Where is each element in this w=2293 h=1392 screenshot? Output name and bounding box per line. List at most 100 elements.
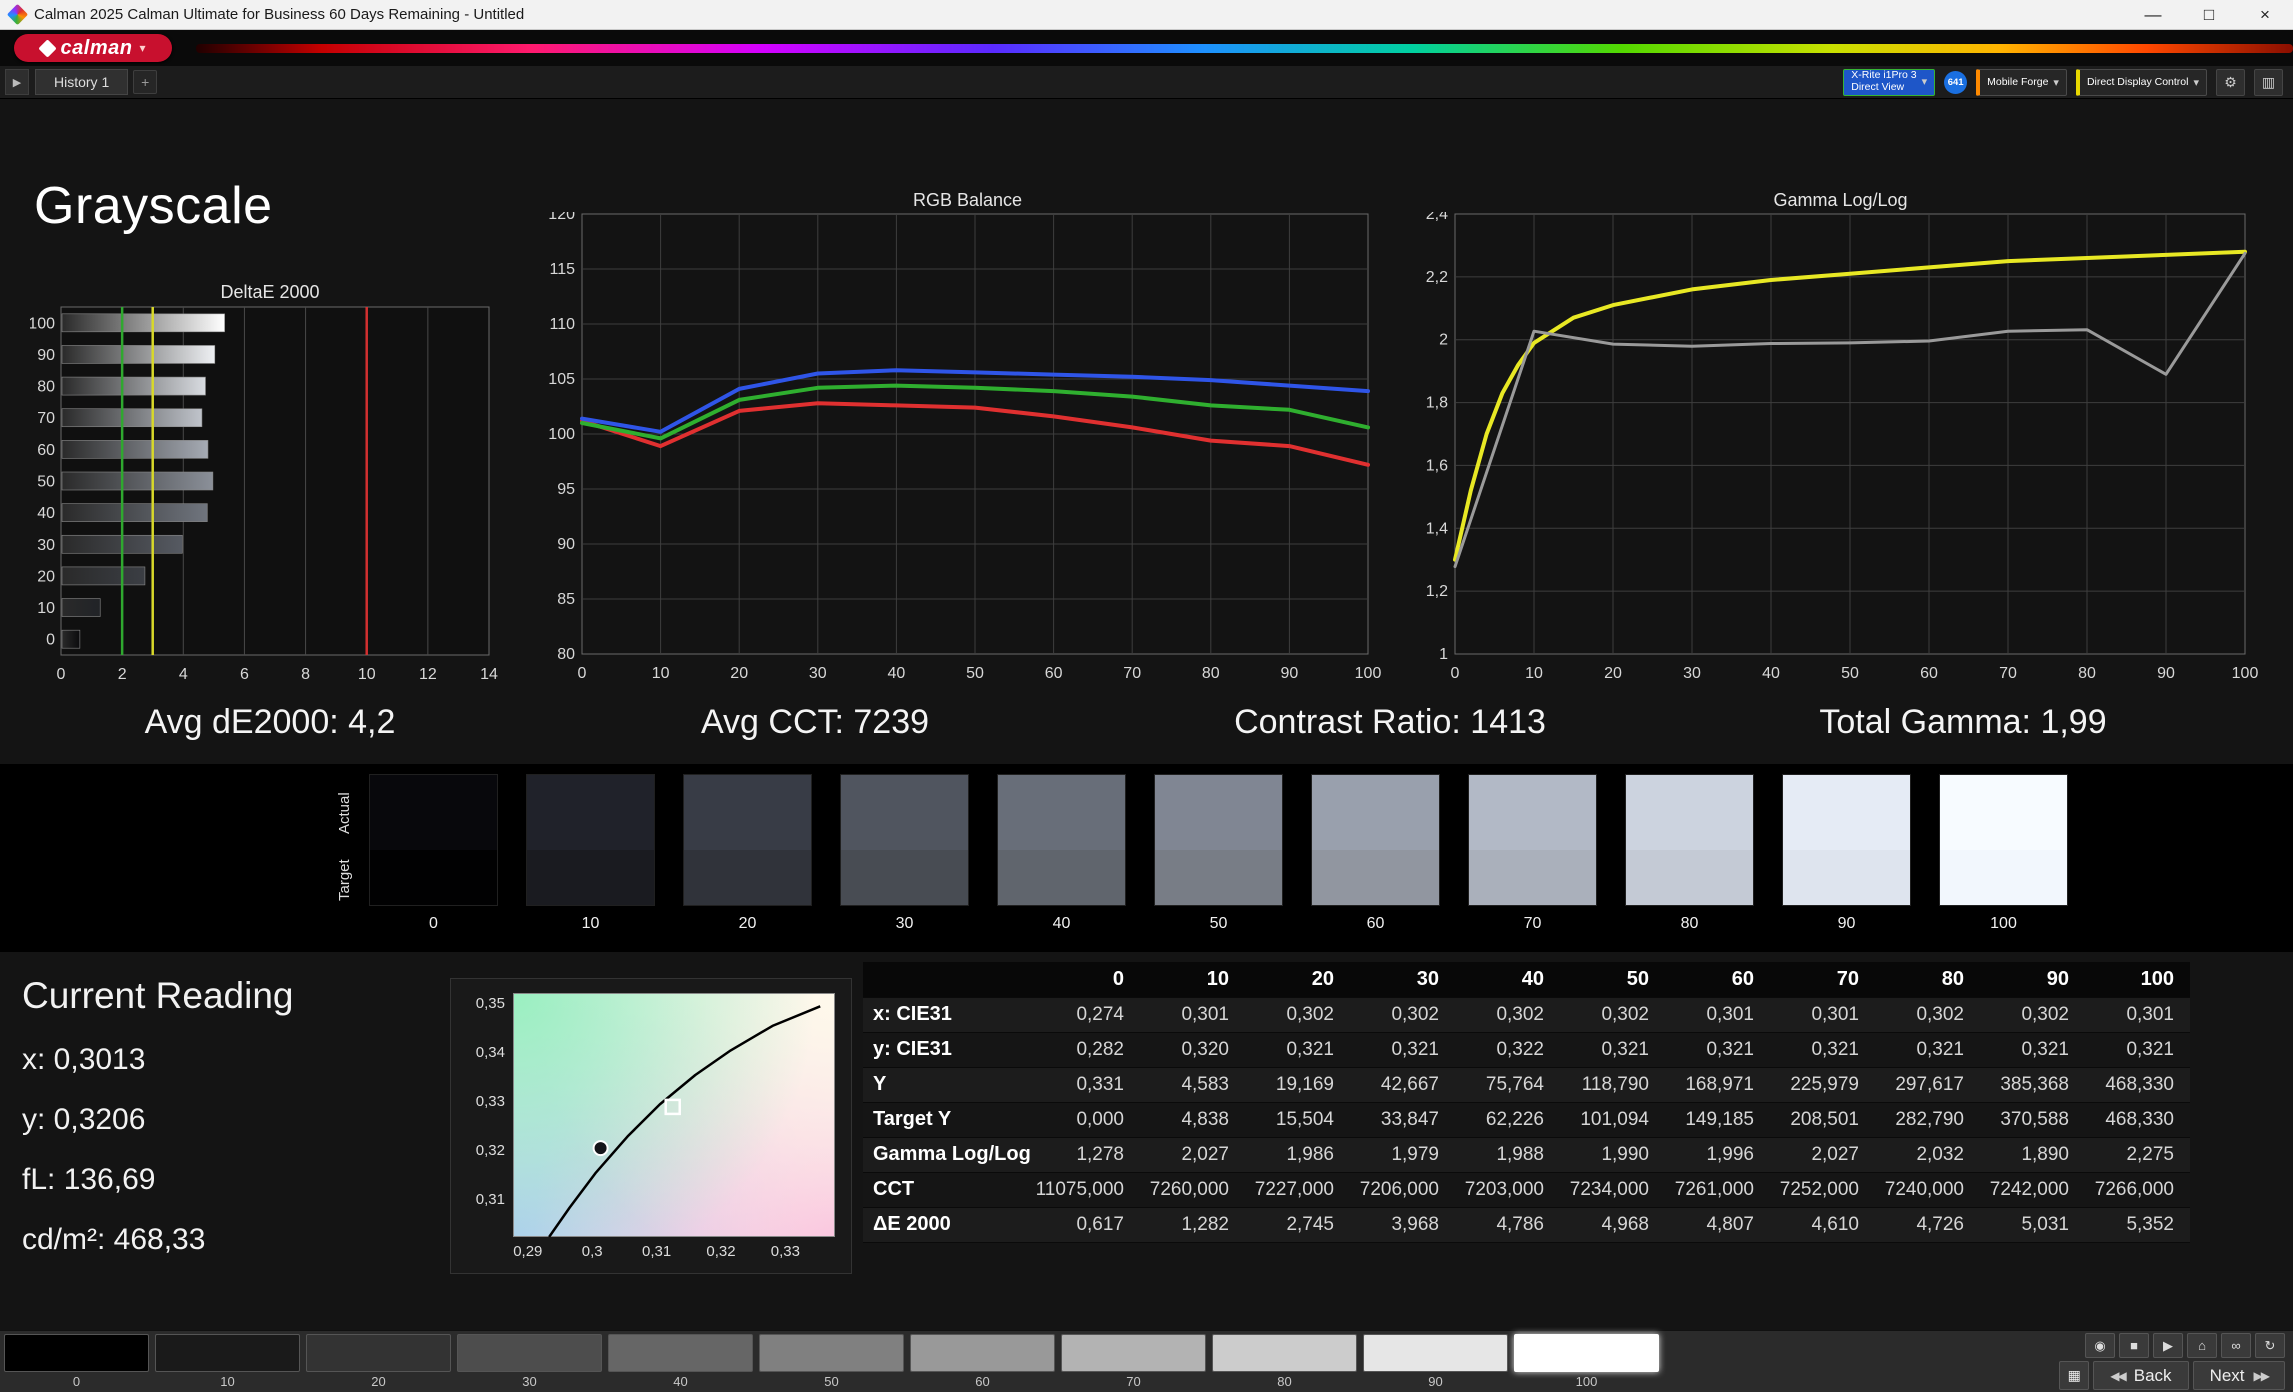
x-tick-label: 100 — [2232, 665, 2259, 682]
deltae-chart: DeltaE 2000 0246810121410090807060504030… — [30, 280, 510, 684]
swatch-level-label: 40 — [1053, 915, 1071, 933]
x-tick-label: 8 — [301, 666, 310, 683]
maximize-button[interactable]: □ — [2181, 0, 2237, 29]
grayscale-swatch — [1782, 774, 1911, 906]
x-tick-label: 50 — [966, 665, 984, 682]
control-button-sync[interactable]: ↻ — [2255, 1333, 2285, 1358]
avg-cct-readout: Avg CCT: 7239 — [565, 703, 1065, 742]
deltae-bar — [62, 504, 207, 522]
table-column-header: 20 — [1245, 962, 1350, 997]
chevron-down-icon: ▾ — [2053, 76, 2059, 89]
cie-chart-plot — [513, 993, 835, 1237]
control-button-home[interactable]: ⌂ — [2187, 1333, 2217, 1358]
contrast-ratio-readout: Contrast Ratio: 1413 — [1140, 703, 1640, 742]
x-tick-label: 40 — [1762, 665, 1780, 682]
pattern-level-button-60[interactable] — [910, 1334, 1055, 1372]
y-tick-label: 100 — [548, 426, 575, 443]
control-button-stop[interactable]: ■ — [2119, 1333, 2149, 1358]
y-tick-label: 80 — [557, 646, 575, 663]
grayscale-swatch-strip: Actual Target 0102030405060708090100 — [0, 764, 2293, 952]
swatch-level-label: 100 — [1990, 915, 2017, 933]
swatch-target-color — [1783, 850, 1910, 905]
calman-logo-button[interactable]: calman ▾ — [14, 34, 172, 62]
swatch-target-color — [684, 850, 811, 905]
pattern-level-button-50[interactable] — [759, 1334, 904, 1372]
source-select-dropdown[interactable]: Mobile Forge ▾ — [1976, 69, 2067, 96]
pattern-level-button-40[interactable] — [608, 1334, 753, 1372]
settings-button[interactable]: ⚙ — [2216, 69, 2245, 96]
pattern-level-button-90[interactable] — [1363, 1334, 1508, 1372]
swatch-cell: 100 — [1939, 774, 2068, 933]
pattern-level-button-100[interactable] — [1514, 1334, 1659, 1372]
table-cell: 15,504 — [1245, 1102, 1350, 1137]
target-row-label: Target — [336, 848, 356, 912]
display-control-dropdown[interactable]: Direct Display Control ▾ — [2076, 69, 2207, 96]
table-row: CCT11075,0007260,0007227,0007206,0007203… — [863, 1172, 2190, 1207]
pattern-level-button-70[interactable] — [1061, 1334, 1206, 1372]
table-cell: 4,968 — [1560, 1207, 1665, 1242]
table-cell: 370,588 — [1980, 1102, 2085, 1137]
control-button-play[interactable]: ▶ — [2153, 1333, 2183, 1358]
swatch-actual-color — [1783, 775, 1910, 850]
pattern-level-cell: 20 — [306, 1334, 451, 1389]
grayscale-swatch — [1939, 774, 2068, 906]
swatch-target-color — [1469, 850, 1596, 905]
back-button[interactable]: ◀◀ Back — [2093, 1361, 2188, 1390]
pattern-level-button-10[interactable] — [155, 1334, 300, 1372]
table-cell: 0,321 — [1245, 1032, 1350, 1067]
x-tick-label: 20 — [1604, 665, 1622, 682]
pattern-level-button-80[interactable] — [1212, 1334, 1357, 1372]
y-tick-label: 2 — [1439, 332, 1448, 349]
table-cell: 0,302 — [1455, 997, 1560, 1032]
pattern-level-cell: 50 — [759, 1334, 904, 1389]
chevron-down-icon: ▾ — [139, 41, 145, 55]
table-cell: 2,027 — [1770, 1137, 1875, 1172]
grayscale-swatch — [1625, 774, 1754, 906]
x-tick-label: 0 — [57, 666, 66, 683]
history-expand-button[interactable]: ▶ — [5, 69, 29, 95]
pattern-level-cell: 90 — [1363, 1334, 1508, 1389]
cie-y-tick-label: 0,35 — [451, 995, 505, 1012]
table-column-header: 90 — [1980, 962, 2085, 997]
y-tick-label: 105 — [548, 371, 575, 388]
swatch-level-label: 10 — [582, 915, 600, 933]
minimize-button[interactable]: — — [2125, 0, 2181, 29]
grayscale-swatch — [840, 774, 969, 906]
table-cell: 0,282 — [1035, 1032, 1140, 1067]
add-tab-button[interactable]: + — [133, 70, 157, 94]
table-row-label: y: CIE31 — [863, 1032, 1035, 1067]
pattern-level-button-30[interactable] — [457, 1334, 602, 1372]
target-point-marker — [666, 1100, 680, 1114]
table-row-label: x: CIE31 — [863, 997, 1035, 1032]
tab-history-1[interactable]: History 1 — [35, 69, 128, 95]
layout-button[interactable]: ▥ — [2254, 69, 2283, 96]
table-cell: 4,610 — [1770, 1207, 1875, 1242]
control-button-pattern-window[interactable]: ◉ — [2085, 1333, 2115, 1358]
x-tick-label: 90 — [2157, 665, 2175, 682]
y-tick-label: 10 — [37, 600, 55, 617]
y-tick-label: 90 — [557, 536, 575, 553]
next-button[interactable]: Next ▶▶ — [2193, 1361, 2285, 1390]
device-toolbar: X-Rite i1Pro 3 Direct View ▾ 641 Mobile … — [1843, 69, 2293, 96]
brand-name: calman — [61, 37, 133, 60]
pattern-level-button-0[interactable] — [4, 1334, 149, 1372]
sync-icon: ↻ — [2265, 1338, 2276, 1354]
pattern-level-button-20[interactable] — [306, 1334, 451, 1372]
pattern-fullscreen-button[interactable]: ▦ — [2059, 1361, 2089, 1390]
table-cell: 0,301 — [2085, 997, 2190, 1032]
grayscale-swatch — [1154, 774, 1283, 906]
window-title: Calman 2025 Calman Ultimate for Business… — [34, 6, 524, 23]
table-cell: 1,988 — [1455, 1137, 1560, 1172]
control-button-infinity[interactable]: ∞ — [2221, 1333, 2251, 1358]
pattern-level-cell: 40 — [608, 1334, 753, 1389]
x-tick-label: 100 — [1355, 665, 1382, 682]
table-cell: 7266,000 — [2085, 1172, 2190, 1207]
close-button[interactable]: × — [2237, 0, 2293, 29]
meter-select-dropdown[interactable]: X-Rite i1Pro 3 Direct View ▾ — [1843, 69, 1935, 96]
meter-status-badge[interactable]: 641 — [1944, 71, 1967, 94]
deltae-bar — [62, 314, 225, 332]
swatch-actual-color — [998, 775, 1125, 850]
table-cell: 75,764 — [1455, 1067, 1560, 1102]
table-cell: 0,301 — [1770, 997, 1875, 1032]
y-tick-label: 0 — [46, 632, 55, 649]
